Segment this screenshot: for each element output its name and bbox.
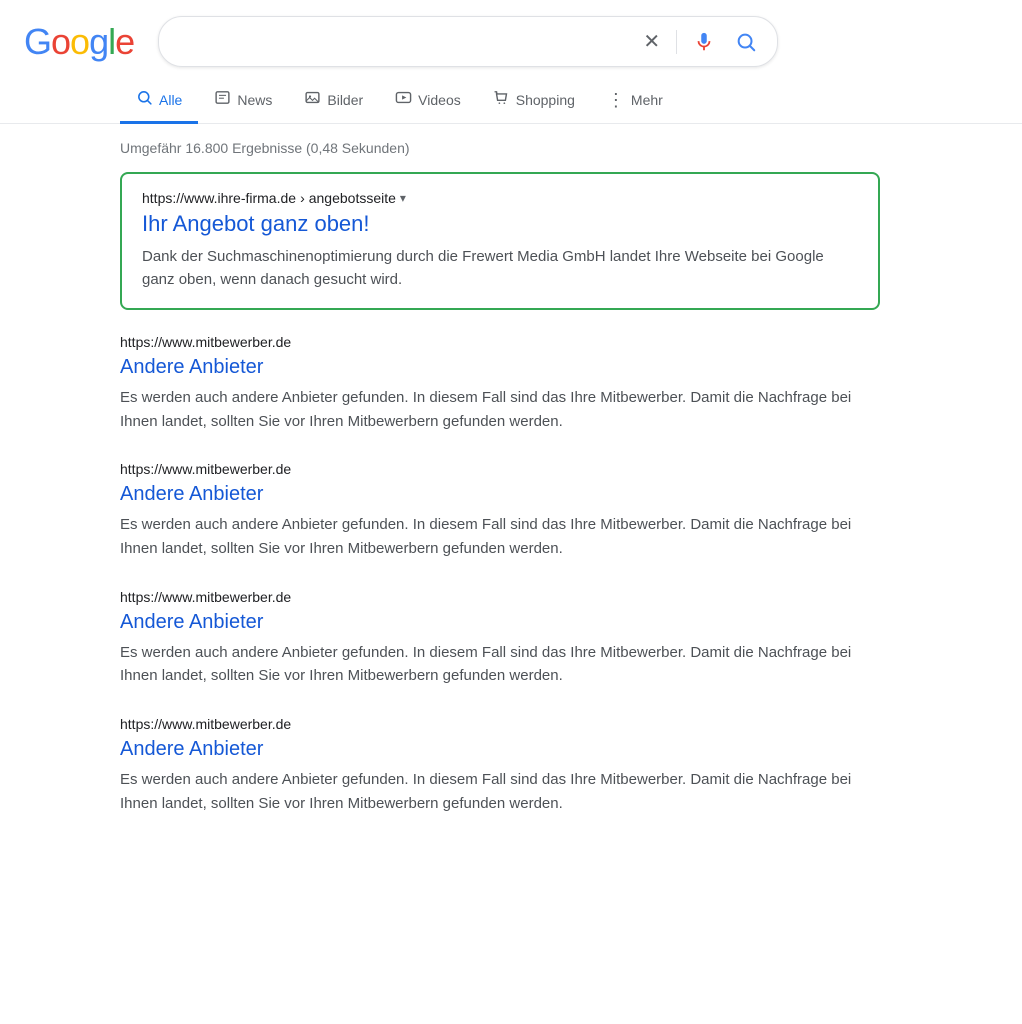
tab-mehr[interactable]: ⋮ Mehr xyxy=(591,80,679,124)
featured-result-url: https://www.ihre-firma.de › angebotsseit… xyxy=(142,190,858,206)
tab-mehr-label: Mehr xyxy=(631,92,663,108)
tab-videos-label: Videos xyxy=(418,92,461,108)
result-snippet: Es werden auch andere Anbieter gefunden.… xyxy=(120,641,880,688)
featured-result-snippet: Dank der Suchmaschinenoptimierung durch … xyxy=(142,245,858,292)
tab-shopping[interactable]: Shopping xyxy=(477,79,591,124)
search-submit-icon[interactable] xyxy=(731,27,761,57)
url-dropdown-arrow[interactable]: ▾ xyxy=(400,191,406,205)
google-logo[interactable]: Google xyxy=(24,21,134,63)
mehr-tab-icon: ⋮ xyxy=(607,90,625,111)
featured-url-breadcrumb: angebotsseite xyxy=(309,190,396,206)
result-title[interactable]: Andere Anbieter xyxy=(120,354,880,380)
result-url: https://www.mitbewerber.de xyxy=(120,334,880,350)
search-bar-icons: ✕ xyxy=(639,25,761,58)
result-url: https://www.mitbewerber.de xyxy=(120,461,880,477)
result-item: https://www.mitbewerber.de Andere Anbiet… xyxy=(120,589,880,688)
mic-icon[interactable] xyxy=(689,27,719,57)
url-separator: › xyxy=(300,190,305,206)
bilder-tab-icon xyxy=(304,89,321,111)
videos-tab-icon xyxy=(395,89,412,111)
featured-url-domain: https://www.ihre-firma.de xyxy=(142,190,296,206)
result-url: https://www.mitbewerber.de xyxy=(120,716,880,732)
tab-bilder-label: Bilder xyxy=(327,92,363,108)
shopping-tab-icon xyxy=(493,89,510,111)
nav-tabs: Alle News Bilder Videos Shopping ⋮ Mehr xyxy=(0,71,1022,124)
search-tab-icon xyxy=(136,89,153,111)
clear-icon[interactable]: ✕ xyxy=(639,25,664,58)
header: Google Ihr Angebot wird gesucht ✕ xyxy=(0,0,1022,67)
result-url-domain: https://www.mitbewerber.de xyxy=(120,334,291,350)
results-count: Umgefähr 16.800 Ergebnisse (0,48 Sekunde… xyxy=(120,136,998,156)
result-items-container: https://www.mitbewerber.de Andere Anbiet… xyxy=(120,334,998,816)
result-item: https://www.mitbewerber.de Andere Anbiet… xyxy=(120,716,880,815)
result-snippet: Es werden auch andere Anbieter gefunden.… xyxy=(120,513,880,560)
result-title[interactable]: Andere Anbieter xyxy=(120,609,880,635)
featured-result: https://www.ihre-firma.de › angebotsseit… xyxy=(120,172,880,310)
tab-videos[interactable]: Videos xyxy=(379,79,477,124)
search-input[interactable]: Ihr Angebot wird gesucht xyxy=(175,31,631,52)
tab-shopping-label: Shopping xyxy=(516,92,575,108)
result-title[interactable]: Andere Anbieter xyxy=(120,481,880,507)
result-item: https://www.mitbewerber.de Andere Anbiet… xyxy=(120,334,880,433)
result-url-domain: https://www.mitbewerber.de xyxy=(120,716,291,732)
result-item: https://www.mitbewerber.de Andere Anbiet… xyxy=(120,461,880,560)
tab-alle-label: Alle xyxy=(159,92,182,108)
news-tab-icon xyxy=(214,89,231,111)
divider xyxy=(676,30,677,54)
result-url: https://www.mitbewerber.de xyxy=(120,589,880,605)
search-bar: Ihr Angebot wird gesucht ✕ xyxy=(158,16,778,67)
featured-result-title[interactable]: Ihr Angebot ganz oben! xyxy=(142,210,858,239)
tab-bilder[interactable]: Bilder xyxy=(288,79,379,124)
tab-news[interactable]: News xyxy=(198,79,288,124)
tab-alle[interactable]: Alle xyxy=(120,79,198,124)
tab-news-label: News xyxy=(237,92,272,108)
result-snippet: Es werden auch andere Anbieter gefunden.… xyxy=(120,386,880,433)
results-area: Umgefähr 16.800 Ergebnisse (0,48 Sekunde… xyxy=(0,124,1022,867)
result-snippet: Es werden auch andere Anbieter gefunden.… xyxy=(120,768,880,815)
result-url-domain: https://www.mitbewerber.de xyxy=(120,461,291,477)
result-url-domain: https://www.mitbewerber.de xyxy=(120,589,291,605)
result-title[interactable]: Andere Anbieter xyxy=(120,736,880,762)
